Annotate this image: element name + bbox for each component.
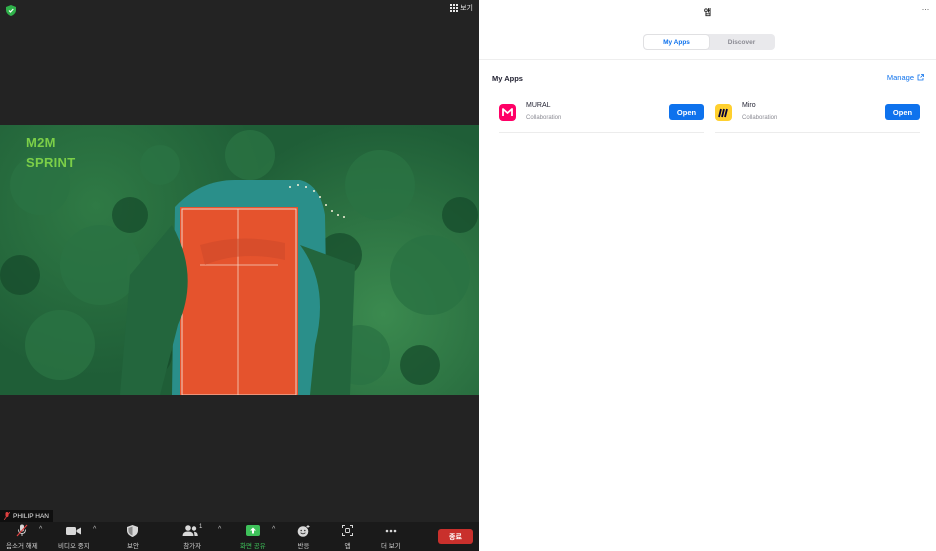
app-category: Collaboration [742,115,778,121]
unmute-label: 음소거 해제 [6,543,38,550]
panel-more-options-icon[interactable]: ··· [922,4,930,14]
app-card-mural[interactable]: MURAL Collaboration Open [499,97,704,133]
more-dots-icon [385,529,397,532]
grid-view-icon [450,4,459,12]
stop-video-button[interactable]: 비디오 중지 [58,524,90,550]
share-screen-button[interactable]: 화면 공유 [240,524,266,550]
muted-mic-icon [4,512,10,520]
encryption-shield-icon [6,5,16,16]
reactions-emoji-icon [297,524,310,537]
slide-title: M2M SPRINT [26,133,75,173]
apps-panel: 앱 ··· My Apps Discover My Apps Manage MU… [479,0,936,551]
slide-title-line-1: M2M [26,135,56,150]
external-link-icon [917,74,924,81]
mic-muted-icon [16,524,28,537]
tab-discover[interactable]: Discover [709,35,774,49]
view-label: 보기 [460,5,473,12]
apps-icon [342,525,353,536]
reactions-label: 반응 [297,543,310,550]
my-apps-section-title: My Apps [492,74,523,83]
open-mural-button[interactable]: Open [669,104,704,120]
reactions-button[interactable]: 반응 [297,524,310,550]
manage-link[interactable]: Manage [887,73,924,82]
participants-button[interactable]: 1 참가자 [182,524,202,550]
share-screen-label: 화면 공유 [240,543,266,550]
security-label: 보안 [127,543,139,550]
app-name: Miro [742,102,756,109]
audio-options-chevron-icon[interactable]: ^ [39,526,42,533]
meeting-toolbar: 음소거 해제 ^ 비디오 중지 ^ 보안 1 참가자 ^ 화면 공유 ^ 반응 … [0,522,479,551]
participants-options-chevron-icon[interactable]: ^ [218,526,221,533]
video-options-chevron-icon[interactable]: ^ [93,526,96,533]
miro-logo-icon [715,104,732,121]
app-card-miro[interactable]: Miro Collaboration Open [715,97,920,133]
unmute-button[interactable]: 음소거 해제 [6,524,38,550]
open-miro-button[interactable]: Open [885,104,920,120]
app-name: MURAL [526,102,551,109]
more-button[interactable]: 더 보기 [381,524,401,550]
slide-title-line-2: SPRINT [26,155,76,170]
header-divider [479,59,936,60]
tab-my-apps[interactable]: My Apps [644,35,709,49]
manage-label: Manage [886,73,914,82]
security-shield-icon [127,524,139,537]
participant-name-tag: PHILIP HAN [0,510,54,522]
end-meeting-button[interactable]: 종료 [438,529,473,544]
share-options-chevron-icon[interactable]: ^ [272,526,275,533]
apps-label: 앱 [344,543,351,550]
meeting-area: 보기 M2M SPRINT PHILIP HAN [0,0,479,551]
participant-name: PHILIP HAN [13,512,50,520]
security-button[interactable]: 보안 [127,524,139,550]
stop-video-label: 비디오 중지 [58,543,90,550]
app-category: Collaboration [526,115,562,121]
shared-screen-video: M2M SPRINT [0,125,479,395]
apps-tab-switcher: My Apps Discover [643,34,775,50]
view-button[interactable]: 보기 [450,3,473,13]
mural-logo-icon [499,104,516,121]
more-label: 더 보기 [381,543,401,550]
share-screen-icon [245,525,260,536]
video-camera-icon [66,526,82,535]
participants-label: 참가자 [183,543,202,550]
participants-count: 1 [199,524,203,530]
apps-panel-title: 앱 [703,8,712,17]
apps-button[interactable]: 앱 [342,524,353,550]
participants-icon [182,525,198,536]
